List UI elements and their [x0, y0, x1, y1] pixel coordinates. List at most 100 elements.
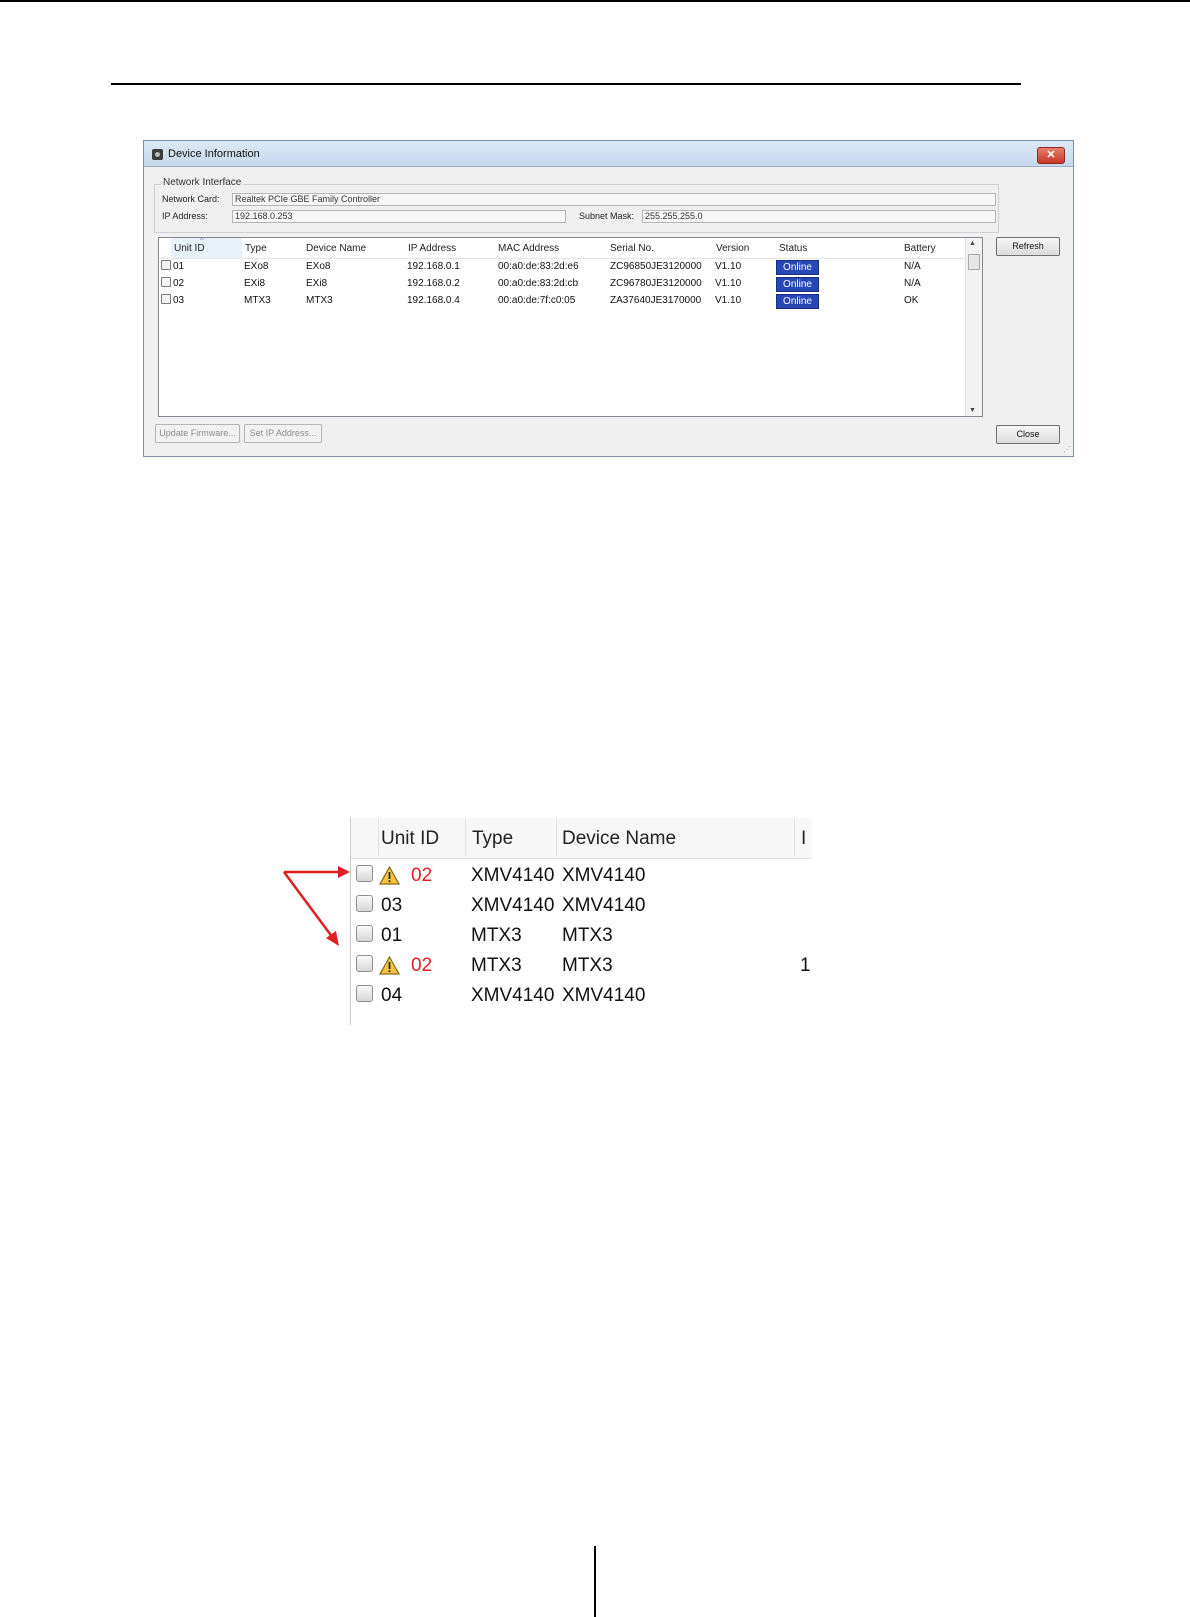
zoom-column-device-name[interactable]: Device Name [562, 828, 676, 850]
header-rule [111, 83, 1021, 85]
vertical-scrollbar[interactable]: ▲ ▼ [965, 238, 982, 416]
ip-address-field: 192.168.0.253 [232, 210, 566, 223]
cell-type: MTX3 [244, 295, 271, 306]
row-checkbox[interactable] [161, 260, 171, 270]
row-checkbox[interactable] [161, 277, 171, 287]
refresh-button[interactable]: Refresh [996, 237, 1060, 256]
table-row[interactable]: 03 MTX3 MTX3 192.168.0.4 00:a0:de:7f:c0:… [159, 292, 964, 309]
window-close-icon[interactable]: ✕ [1037, 147, 1065, 164]
app-icon [152, 149, 163, 160]
network-card-field: Realtek PCIe GBE Family Controller [232, 193, 996, 206]
column-unit-id[interactable]: Unit ID [174, 243, 205, 254]
table-row[interactable]: 02 XMV4140 XMV4140 [350, 861, 812, 891]
row-checkbox[interactable] [356, 955, 373, 972]
arrow-head-upper [338, 866, 350, 878]
cell-type: MTX3 [471, 925, 522, 946]
warning-icon [379, 866, 400, 885]
table-row[interactable]: 02 EXi8 EXi8 192.168.0.2 00:a0:de:83:2d:… [159, 275, 964, 292]
column-type[interactable]: Type [245, 243, 267, 254]
cell-device-name: XMV4140 [562, 895, 646, 916]
table-row[interactable]: 03 XMV4140 XMV4140 [350, 891, 812, 921]
status-badge: Online [776, 260, 819, 275]
table-row[interactable]: 04 XMV4140 XMV4140 [350, 981, 812, 1011]
status-badge: Online [776, 294, 819, 309]
scroll-up-icon[interactable]: ▲ [969, 240, 976, 247]
column-separator [378, 820, 379, 856]
cell-battery: N/A [904, 261, 921, 272]
cell-type: EXo8 [244, 261, 269, 272]
ip-address-label: IP Address: [162, 211, 208, 221]
resize-grip-icon[interactable]: ⋰ [1063, 445, 1071, 454]
scrollbar-thumb[interactable] [968, 254, 980, 270]
cell-type: EXi8 [244, 278, 266, 289]
column-battery[interactable]: Battery [904, 243, 936, 254]
footer-divider [594, 1546, 596, 1617]
row-checkbox[interactable] [356, 985, 373, 1002]
column-ip-address[interactable]: IP Address [408, 243, 456, 254]
update-firmware-button[interactable]: Update Firmware... [155, 424, 240, 443]
cell-version: V1.10 [715, 278, 742, 289]
cell-serial-no: ZC96850JE3120000 [610, 261, 702, 272]
column-status[interactable]: Status [779, 243, 807, 254]
warning-icon [379, 956, 400, 975]
cell-unit-id: 03 [173, 295, 185, 306]
cell-unit-id: 03 [381, 895, 403, 916]
column-separator [465, 820, 466, 856]
zoom-column-ip-address[interactable]: I [801, 828, 806, 850]
cell-unit-id-duplicate: 02 [411, 865, 433, 886]
cell-device-name: EXi8 [306, 278, 328, 289]
set-ip-address-button[interactable]: Set IP Address... [244, 424, 322, 443]
cell-type: XMV4140 [471, 865, 555, 886]
row-checkbox[interactable] [161, 294, 171, 304]
device-list[interactable]: ^ Unit ID Type Device Name IP Address MA… [158, 237, 983, 417]
cell-version: V1.10 [715, 295, 742, 306]
cell-mac-address: 00:a0:de:83:2d:e6 [498, 261, 579, 272]
cell-device-name: XMV4140 [562, 865, 646, 886]
cell-ip-address: 192.168.0.4 [407, 295, 460, 306]
cell-device-name: EXo8 [306, 261, 331, 272]
cell-unit-id: 01 [173, 261, 185, 272]
device-list-header: ^ Unit ID Type Device Name IP Address MA… [159, 238, 964, 259]
table-row[interactable]: 02 MTX3 MTX3 1 [350, 951, 812, 981]
table-row[interactable]: 01 MTX3 MTX3 [350, 921, 812, 951]
cell-serial-no: ZC96780JE3120000 [610, 278, 702, 289]
column-separator [556, 820, 557, 856]
cell-device-name: XMV4140 [562, 985, 646, 1006]
table-row[interactable]: 01 EXo8 EXo8 192.168.0.1 00:a0:de:83:2d:… [159, 258, 964, 275]
column-mac-address[interactable]: MAC Address [498, 243, 559, 254]
cell-device-name: MTX3 [562, 925, 613, 946]
row-checkbox[interactable] [356, 925, 373, 942]
subnet-mask-label: Subnet Mask: [579, 211, 635, 221]
close-button[interactable]: Close [996, 425, 1060, 444]
status-badge: Online [776, 277, 819, 292]
column-device-name[interactable]: Device Name [306, 243, 366, 254]
scroll-down-icon[interactable]: ▼ [969, 407, 976, 414]
cell-mac-address: 00:a0:de:83:2d:cb [498, 278, 579, 289]
cell-battery: OK [904, 295, 919, 306]
page-top-rule [0, 0, 1190, 2]
cell-unit-id: 01 [381, 925, 403, 946]
cell-ip-address: 192.168.0.1 [407, 261, 460, 272]
column-separator [794, 820, 795, 856]
zoom-column-unit-id[interactable]: Unit ID [381, 828, 439, 850]
cell-device-name: MTX3 [306, 295, 333, 306]
title-bar: Device Information ✕ [144, 141, 1073, 167]
network-interface-group [154, 184, 999, 233]
cell-version: V1.10 [715, 261, 742, 272]
row-checkbox[interactable] [356, 895, 373, 912]
cell-mac-address: 00:a0:de:7f:c0:05 [498, 295, 576, 306]
cell-unit-id: 02 [173, 278, 185, 289]
cell-type: XMV4140 [471, 985, 555, 1006]
zoom-column-type[interactable]: Type [472, 828, 513, 850]
column-serial-no[interactable]: Serial No. [610, 243, 654, 254]
cell-ip-address: 192.168.0.2 [407, 278, 460, 289]
arrow-line-lower [282, 871, 335, 939]
network-card-label: Network Card: [162, 194, 220, 204]
row-checkbox[interactable] [356, 865, 373, 882]
cell-type: MTX3 [471, 955, 522, 976]
zoomed-device-list: Unit ID Type Device Name I 02 XMV4140 XM… [350, 818, 812, 1025]
cell-serial-no: ZA37640JE3170000 [610, 295, 702, 306]
column-version[interactable]: Version [716, 243, 749, 254]
cell-ip-address-partial: 1 [800, 955, 811, 976]
cell-unit-id: 04 [381, 985, 403, 1006]
